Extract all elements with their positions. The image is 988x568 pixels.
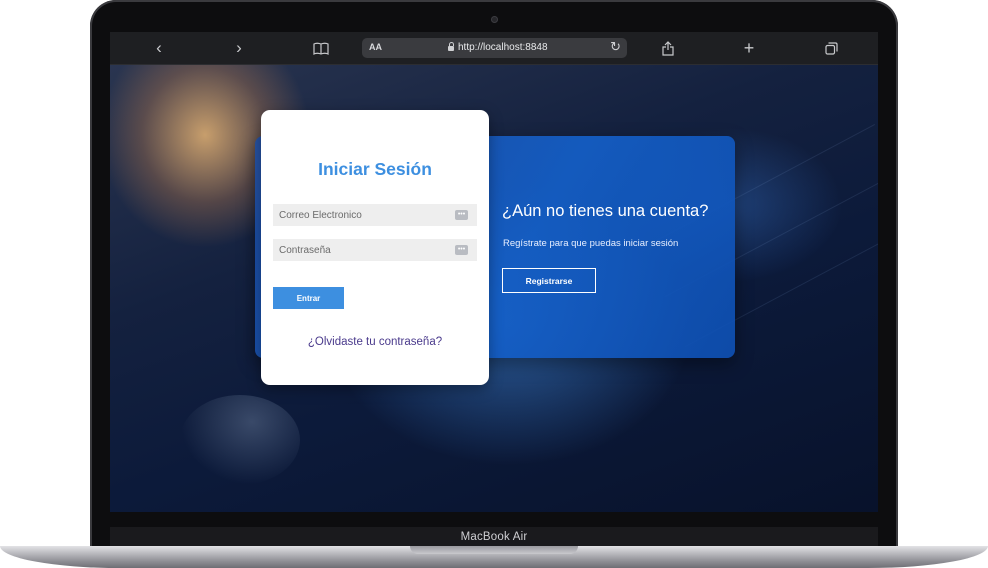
reload-icon[interactable]: ↻ <box>610 39 621 55</box>
register-title: ¿Aún no tienes una cuenta? <box>502 202 709 220</box>
laptop-chin: MacBook Air <box>110 527 878 547</box>
forgot-password-link[interactable]: ¿Olvidaste tu contraseña? <box>261 336 489 348</box>
register-button[interactable]: Registrarse <box>502 268 596 293</box>
email-field[interactable] <box>273 204 477 226</box>
register-subtitle: Regístrate para que puedas iniciar sesió… <box>503 238 679 249</box>
camera-dot <box>491 16 498 23</box>
browser-toolbar: ‹ › AA http://localhost:8848 ↻ + <box>110 32 878 65</box>
background-mouse <box>180 395 300 485</box>
login-submit-button[interactable]: Entrar <box>273 287 344 309</box>
password-field[interactable] <box>273 239 477 261</box>
laptop-notch <box>410 546 578 554</box>
keychain-icon[interactable]: ••• <box>455 245 468 255</box>
forward-icon[interactable]: › <box>224 32 254 64</box>
page-viewport: ¿Aún no tienes una cuenta? Regístrate pa… <box>110 65 878 512</box>
back-icon[interactable]: ‹ <box>144 32 174 64</box>
device-label: MacBook Air <box>460 531 528 543</box>
url-display: http://localhost:8848 <box>448 42 548 53</box>
address-bar[interactable]: AA http://localhost:8848 ↻ <box>362 38 627 58</box>
text-size-button[interactable]: AA <box>369 42 382 52</box>
new-tab-icon[interactable]: + <box>734 32 764 64</box>
lock-icon <box>448 42 454 51</box>
login-title: Iniciar Sesión <box>318 159 432 179</box>
bookmarks-icon[interactable] <box>306 32 336 64</box>
url-text: http://localhost:8848 <box>458 42 548 53</box>
login-card: Iniciar Sesión ••• ••• Entrar ¿Olvidaste… <box>261 110 489 385</box>
keychain-icon[interactable]: ••• <box>455 210 468 220</box>
laptop-screen: ‹ › AA http://localhost:8848 ↻ + ¿Aún no… <box>110 32 878 512</box>
tabs-icon[interactable] <box>816 32 846 64</box>
share-icon[interactable] <box>653 32 683 64</box>
